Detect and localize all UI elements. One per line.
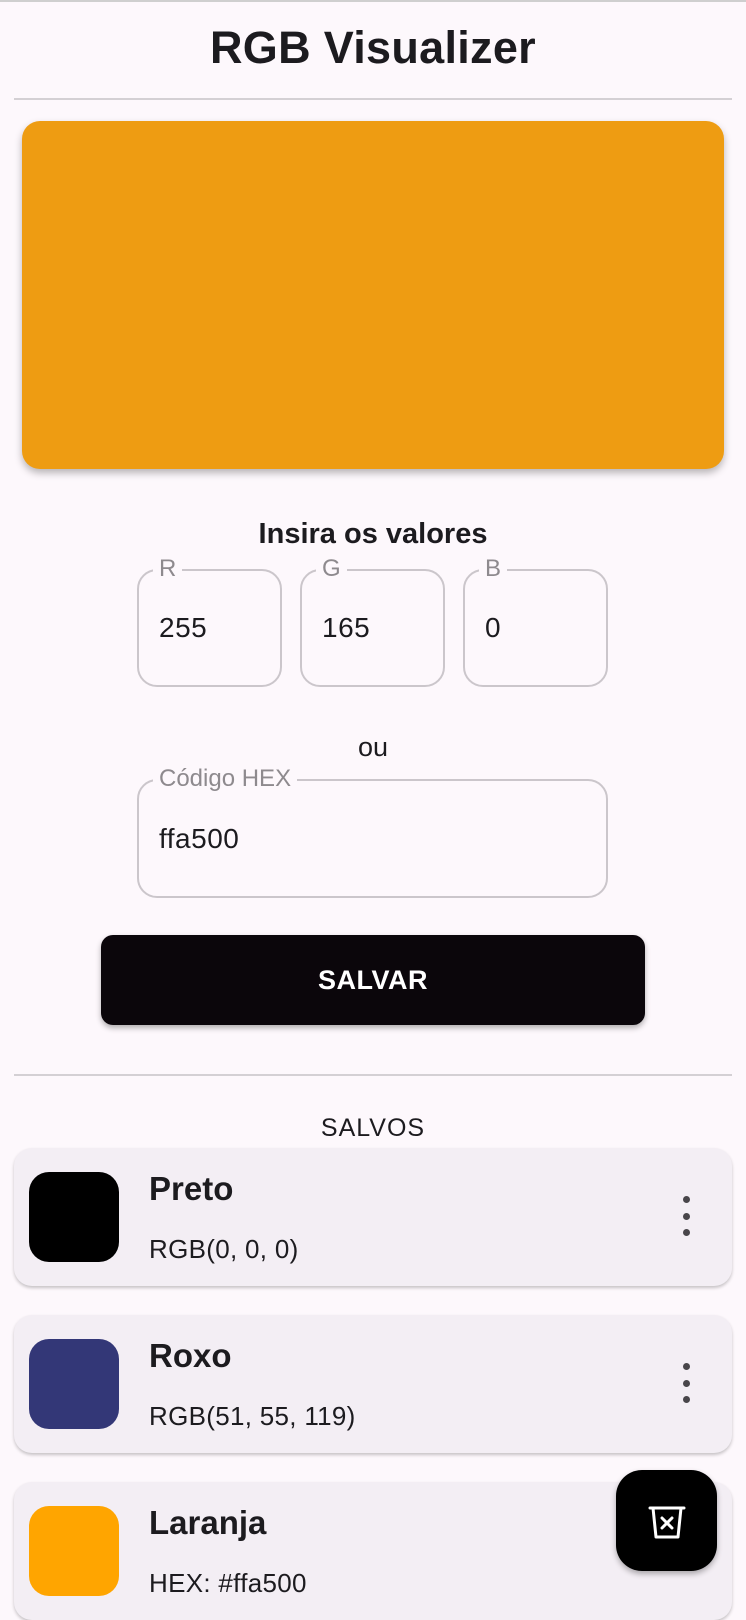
g-input[interactable]: G 165 bbox=[300, 555, 445, 687]
header-divider bbox=[14, 98, 732, 100]
more-options-icon[interactable] bbox=[676, 1196, 696, 1236]
app-title: RGB Visualizer bbox=[210, 22, 536, 73]
saved-color-name: Preto bbox=[149, 1170, 234, 1207]
color-swatch bbox=[29, 1172, 119, 1262]
or-text: ou bbox=[357, 732, 389, 762]
hex-input-value[interactable]: ffa500 bbox=[159, 781, 239, 896]
color-preview bbox=[22, 121, 724, 469]
save-button[interactable]: SALVAR bbox=[101, 935, 645, 1025]
status-divider bbox=[0, 0, 746, 2]
more-options-icon[interactable] bbox=[676, 1363, 696, 1403]
r-input[interactable]: R 255 bbox=[137, 555, 282, 687]
inputs-section-title: Insira os valores bbox=[258, 518, 488, 550]
saved-color-name: Laranja bbox=[149, 1504, 267, 1541]
saved-color-card[interactable]: Roxo RGB(51, 55, 119) bbox=[14, 1315, 732, 1453]
saved-divider bbox=[14, 1074, 732, 1076]
saved-heading: SALVOS bbox=[320, 1114, 426, 1142]
saved-color-name: Roxo bbox=[149, 1337, 232, 1374]
b-input[interactable]: B 0 bbox=[463, 555, 608, 687]
saved-color-value: HEX: #ffa500 bbox=[149, 1568, 307, 1598]
saved-color-card[interactable]: Preto RGB(0, 0, 0) bbox=[14, 1148, 732, 1286]
saved-color-value: RGB(0, 0, 0) bbox=[149, 1234, 299, 1264]
g-input-value[interactable]: 165 bbox=[322, 571, 370, 685]
b-input-value[interactable]: 0 bbox=[485, 571, 501, 685]
delete-all-icon bbox=[648, 1506, 685, 1538]
r-input-value[interactable]: 255 bbox=[159, 571, 207, 685]
color-swatch bbox=[29, 1339, 119, 1429]
color-swatch bbox=[29, 1506, 119, 1596]
delete-all-button[interactable] bbox=[616, 1470, 717, 1571]
hex-input[interactable]: Código HEX ffa500 bbox=[137, 765, 608, 898]
saved-color-value: RGB(51, 55, 119) bbox=[149, 1401, 356, 1431]
